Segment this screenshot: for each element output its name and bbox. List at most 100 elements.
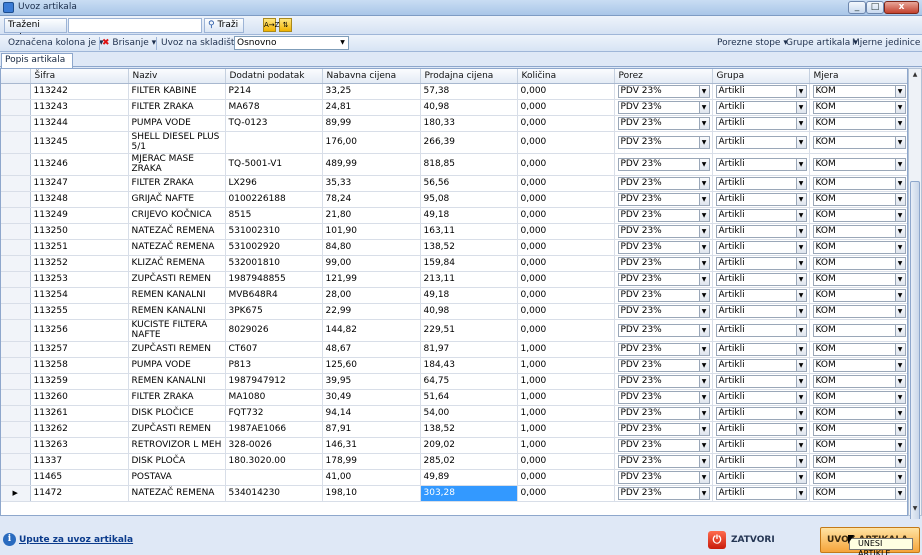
cell-porez[interactable]: PDV 23% ▼ [614, 469, 713, 486]
chevron-down-icon[interactable]: ▼ [795, 289, 806, 301]
marked-column-menu[interactable]: Označena kolona je ▾ [8, 38, 104, 48]
mjera-select[interactable]: KOM ▼ [812, 358, 906, 372]
table-row[interactable]: 113256 KUĆIŠTE FILTERA NAFTE 8029026 144,82… [1, 319, 907, 342]
cell-mjera[interactable]: KOM ▼ [809, 341, 907, 358]
column-header[interactable]: Dodatni podatak [225, 69, 323, 84]
row-header[interactable] [1, 405, 31, 422]
row-header[interactable] [1, 421, 31, 438]
cell-sifra[interactable]: 113260 [30, 389, 129, 406]
porez-select[interactable]: PDV 23% ▼ [617, 157, 710, 171]
cell-prodajna[interactable]: 229,51 [420, 319, 518, 342]
mjera-select[interactable]: KOM ▼ [812, 438, 906, 452]
chevron-down-icon[interactable]: ▼ [698, 273, 709, 285]
cell-kolicina[interactable]: 1,000 [517, 389, 615, 406]
chevron-down-icon[interactable]: ▼ [698, 305, 709, 317]
close-window-button-footer[interactable]: ⏻ ZATVORI PROZOR [706, 530, 806, 550]
cell-mjera[interactable]: KOM ▼ [809, 175, 907, 192]
cell-prodajna[interactable]: 49,18 [420, 207, 518, 224]
cell-kolicina[interactable]: 0,000 [517, 175, 615, 192]
cell-naziv[interactable]: NATEZAČ REMENA [128, 223, 226, 240]
column-header[interactable]: Količina [517, 69, 615, 84]
cell-mjera[interactable]: KOM ▼ [809, 287, 907, 304]
cell-dodatni[interactable]: MA678 [225, 99, 323, 116]
cell-kolicina[interactable]: 0,000 [517, 319, 615, 342]
cell-porez[interactable]: PDV 23% ▼ [614, 389, 713, 406]
cell-naziv[interactable]: DISK PLOČA [128, 453, 226, 470]
chevron-down-icon[interactable]: ▼ [698, 391, 709, 403]
sort-az-icon[interactable]: A→Z [263, 18, 279, 32]
chevron-down-icon[interactable]: ▼ [894, 117, 905, 129]
row-header[interactable] [1, 373, 31, 390]
sort-toggle-icon[interactable]: ⇅ [279, 18, 292, 32]
cell-prodajna[interactable]: 184,43 [420, 357, 518, 374]
chevron-down-icon[interactable]: ▼ [795, 305, 806, 317]
mjera-select[interactable]: KOM ▼ [812, 342, 906, 356]
cell-naziv[interactable]: REMEN KANALNI [128, 303, 226, 320]
cell-naziv[interactable]: PUMPA VODE [128, 115, 226, 132]
cell-naziv[interactable]: KUĆIŠTE FILTERA NAFTE [128, 319, 226, 342]
cell-dodatni[interactable]: 8029026 [225, 319, 323, 342]
cell-grupa[interactable]: Artikli ▼ [712, 99, 810, 116]
cell-grupa[interactable]: Artikli ▼ [712, 453, 810, 470]
chevron-down-icon[interactable]: ▼ [894, 136, 905, 148]
cell-naziv[interactable]: FILTER ZRAKA [128, 389, 226, 406]
table-row[interactable]: 113257 ZUPČASTI REMEN CT607 48,67 81,97 1,000… [1, 341, 907, 358]
search-button[interactable]: ⚲ Traži [204, 18, 244, 33]
table-row[interactable]: 113247 FILTER ZRAKA LX296 35,33 56,56 0,000 PD… [1, 175, 907, 192]
cell-mjera[interactable]: KOM ▼ [809, 191, 907, 208]
cell-naziv[interactable]: RETROVIZOR L MEH [128, 437, 226, 454]
porez-select[interactable]: PDV 23% ▼ [617, 176, 710, 190]
cell-porez[interactable]: PDV 23% ▼ [614, 153, 713, 176]
grupa-select[interactable]: Artikli ▼ [715, 390, 807, 404]
cell-sifra[interactable]: 11337 [30, 453, 129, 470]
cell-porez[interactable]: PDV 23% ▼ [614, 303, 713, 320]
table-row[interactable]: 113244 PUMPA VODE TQ-0123 89,99 180,33 0,000 P… [1, 115, 907, 132]
scrollbar-thumb[interactable] [910, 181, 920, 555]
chevron-down-icon[interactable]: ▼ [698, 209, 709, 221]
chevron-down-icon[interactable]: ▼ [894, 324, 905, 336]
cell-dodatni[interactable]: 532001810 [225, 255, 323, 272]
porez-select[interactable]: PDV 23% ▼ [617, 288, 710, 302]
cell-kolicina[interactable]: 0,000 [517, 131, 615, 154]
grupa-select[interactable]: Artikli ▼ [715, 256, 807, 270]
cell-porez[interactable]: PDV 23% ▼ [614, 175, 713, 192]
cell-kolicina[interactable]: 0,000 [517, 303, 615, 320]
cell-mjera[interactable]: KOM ▼ [809, 453, 907, 470]
cell-nabavna[interactable]: 28,00 [322, 287, 421, 304]
mjera-select[interactable]: KOM ▼ [812, 454, 906, 468]
cell-nabavna[interactable]: 198,10 [322, 485, 421, 502]
chevron-down-icon[interactable]: ▼ [698, 241, 709, 253]
row-header[interactable] [1, 357, 31, 374]
column-header[interactable]: Naziv [128, 69, 226, 84]
cell-dodatni[interactable]: P813 [225, 357, 323, 374]
close-window-button[interactable]: x [884, 1, 919, 14]
cell-dodatni[interactable]: P214 [225, 83, 323, 100]
cell-grupa[interactable]: Artikli ▼ [712, 131, 810, 154]
cell-kolicina[interactable]: 0,000 [517, 469, 615, 486]
cell-prodajna[interactable]: 40,98 [420, 99, 518, 116]
cell-nabavna[interactable]: 87,91 [322, 421, 421, 438]
cell-kolicina[interactable]: 0,000 [517, 287, 615, 304]
row-header[interactable] [1, 131, 31, 154]
table-row[interactable]: 113259 REMEN KANALNI 1987947912 39,95 64,75 1… [1, 373, 907, 390]
chevron-down-icon[interactable]: ▼ [698, 136, 709, 148]
cell-mjera[interactable]: KOM ▼ [809, 131, 907, 154]
delete-menu[interactable]: ✖ Brisanje ▾ [102, 38, 156, 48]
chevron-down-icon[interactable]: ▼ [698, 257, 709, 269]
cell-prodajna[interactable]: 56,56 [420, 175, 518, 192]
mjera-select[interactable]: KOM ▼ [812, 84, 906, 98]
cell-dodatni[interactable] [225, 131, 323, 154]
cell-dodatni[interactable]: TQ-5001-V1 [225, 153, 323, 176]
cell-nabavna[interactable]: 121,99 [322, 271, 421, 288]
cell-dodatni[interactable]: CT607 [225, 341, 323, 358]
cell-dodatni[interactable]: 531002920 [225, 239, 323, 256]
cell-grupa[interactable]: Artikli ▼ [712, 319, 810, 342]
porez-select[interactable]: PDV 23% ▼ [617, 422, 710, 436]
chevron-down-icon[interactable]: ▼ [795, 375, 806, 387]
cell-dodatni[interactable]: 0100226188 [225, 191, 323, 208]
cell-kolicina[interactable]: 0,000 [517, 255, 615, 272]
table-row[interactable]: 113248 GRIJAČ NAFTE 0100226188 78,24 95,08 0,… [1, 191, 907, 208]
grupa-select[interactable]: Artikli ▼ [715, 288, 807, 302]
porez-select[interactable]: PDV 23% ▼ [617, 406, 710, 420]
table-row[interactable]: 113261 DISK PLOČICE FQT732 94,14 54,00 1,000 P… [1, 405, 907, 422]
